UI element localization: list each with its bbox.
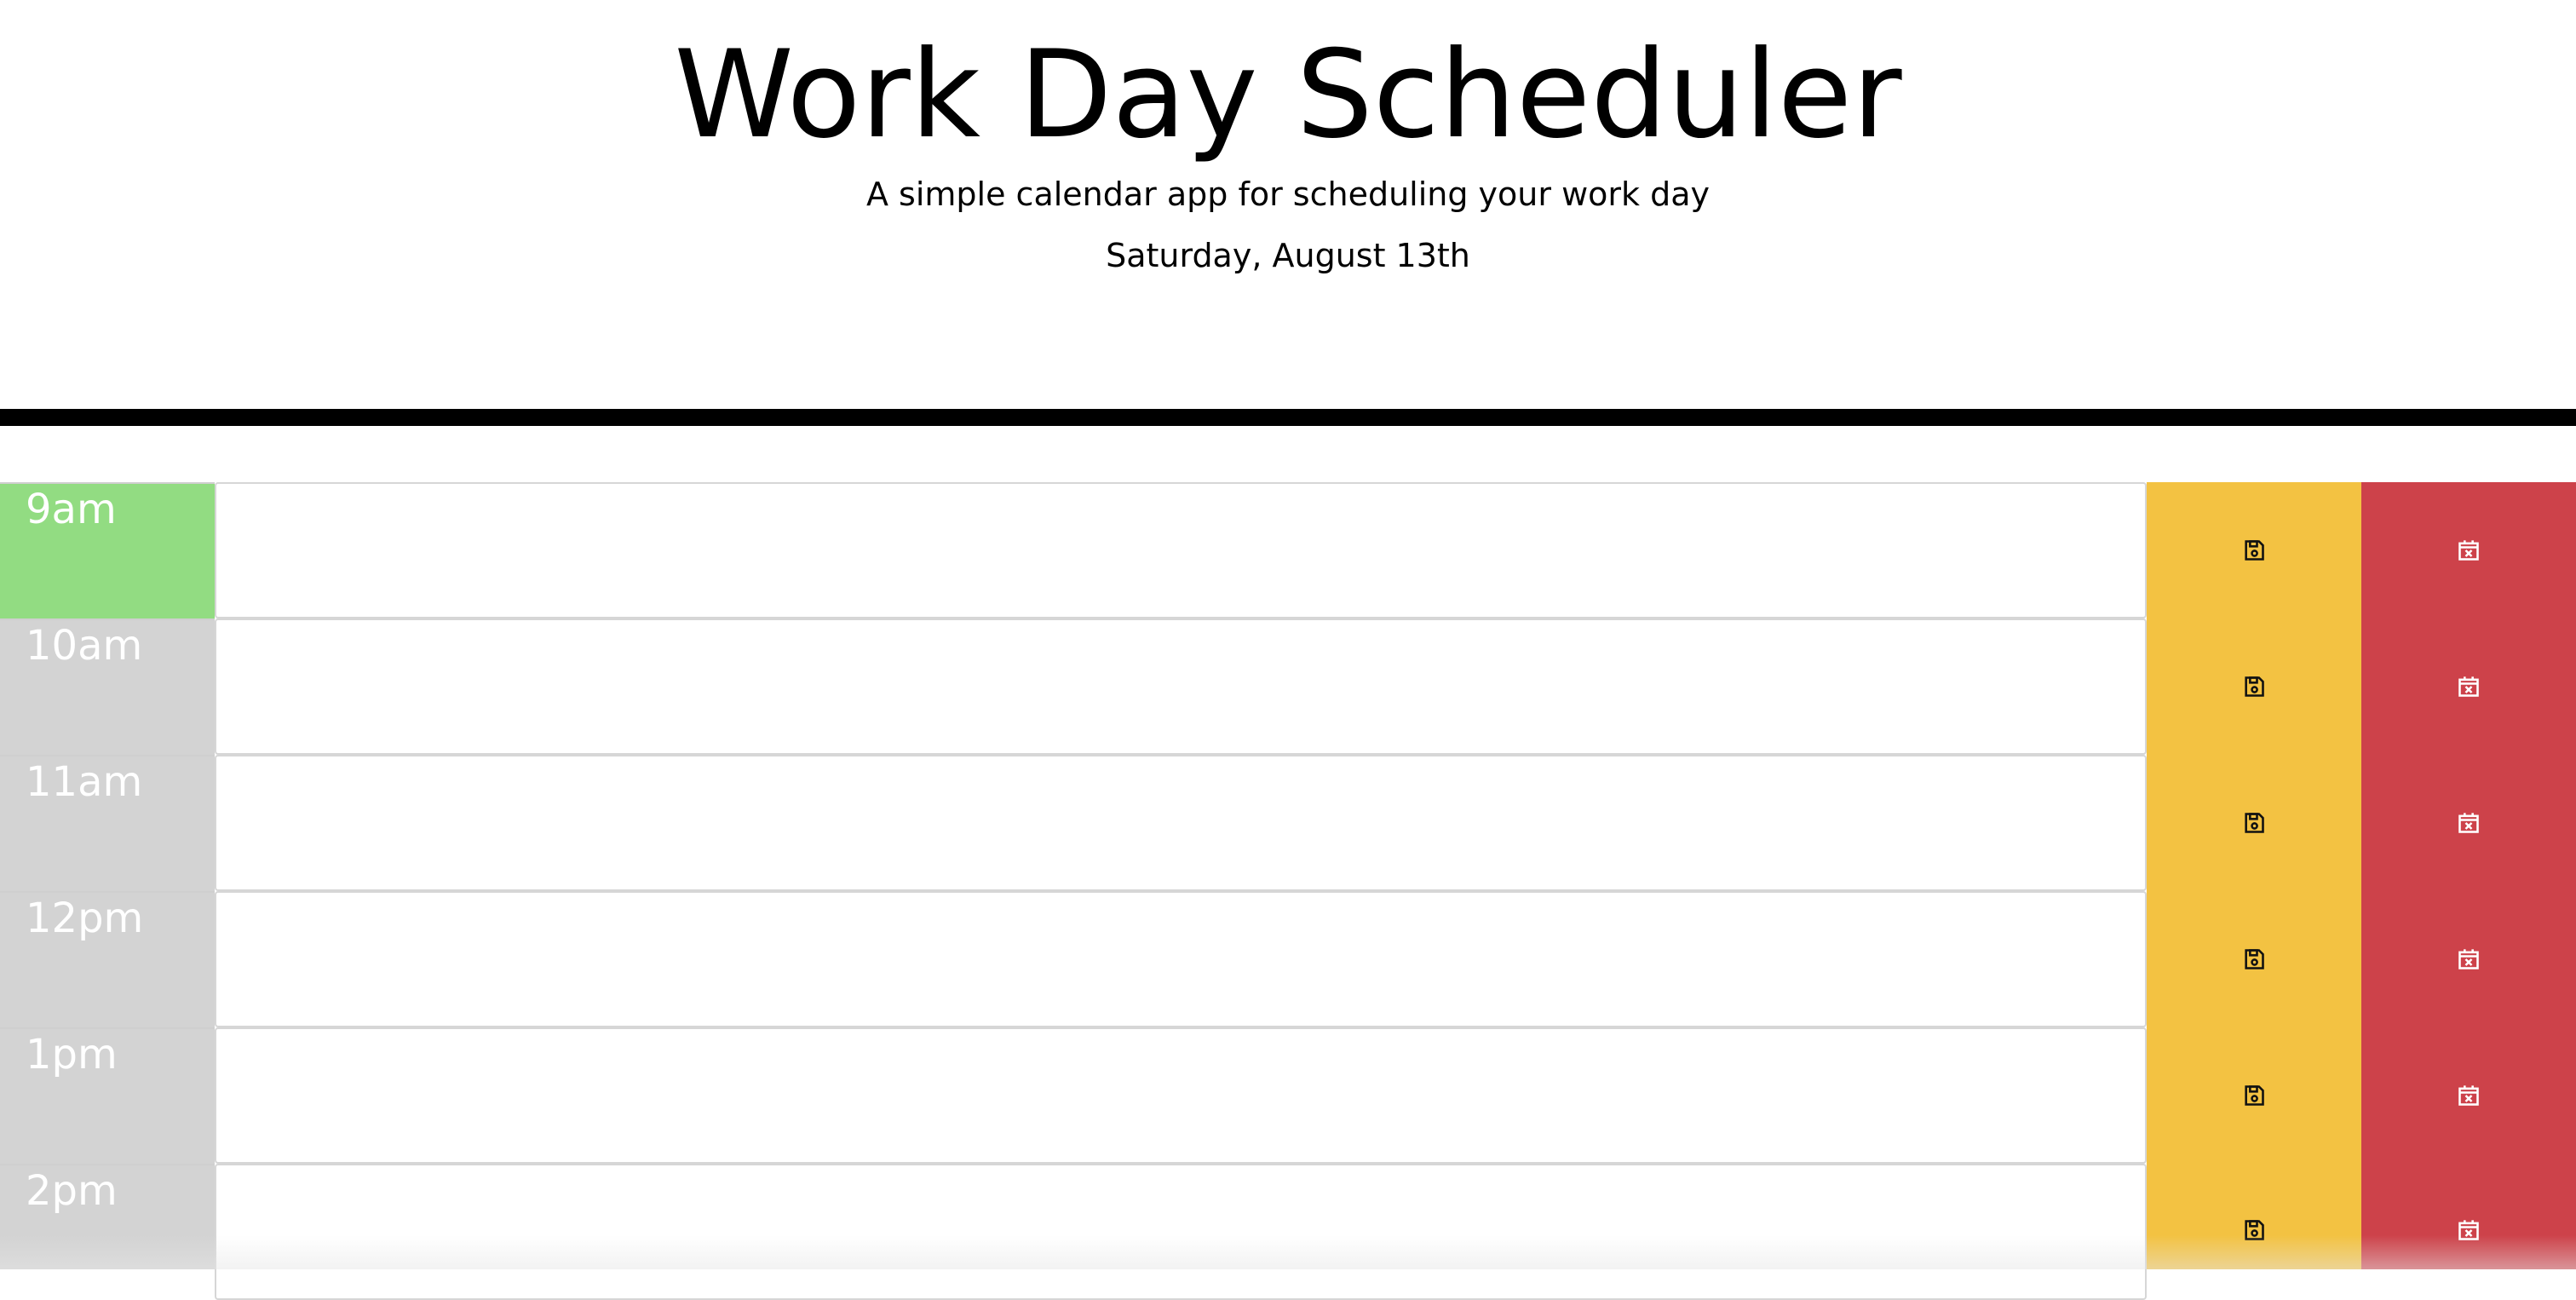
hour-label: 12pm	[0, 891, 215, 1027]
floppy-disk-icon	[2242, 811, 2266, 835]
page-subtitle: A simple calendar app for scheduling you…	[865, 175, 1711, 213]
event-textarea[interactable]	[215, 755, 2147, 891]
save-button[interactable]	[2147, 891, 2361, 1027]
calendar-x-icon	[2457, 1084, 2481, 1107]
event-textarea[interactable]	[215, 482, 2147, 618]
save-button[interactable]	[2147, 482, 2361, 618]
calendar-x-icon	[2457, 538, 2481, 562]
timeblock-row: 2pm	[0, 1164, 2576, 1300]
timeblock-row: 12pm	[0, 891, 2576, 1027]
floppy-disk-icon	[2242, 1084, 2266, 1107]
calendar-x-icon	[2457, 947, 2481, 971]
header-divider	[0, 409, 2576, 426]
hour-label: 10am	[0, 618, 215, 755]
save-button[interactable]	[2147, 618, 2361, 755]
clear-button[interactable]	[2361, 755, 2576, 891]
current-day: Saturday, August 13th	[1106, 237, 1470, 274]
clear-button[interactable]	[2361, 1027, 2576, 1164]
timeblock-list: 9am 10am 11am 12pm 1pm 2pm	[0, 482, 2576, 1300]
save-button[interactable]	[2147, 1164, 2361, 1269]
calendar-x-icon	[2457, 675, 2481, 699]
calendar-x-icon	[2457, 1218, 2481, 1242]
save-button[interactable]	[2147, 755, 2361, 891]
event-textarea[interactable]	[215, 618, 2147, 755]
floppy-disk-icon	[2242, 538, 2266, 562]
save-button[interactable]	[2147, 1027, 2361, 1164]
floppy-disk-icon	[2242, 675, 2266, 699]
hour-label: 11am	[0, 755, 215, 891]
clear-button[interactable]	[2361, 1164, 2576, 1269]
clear-button[interactable]	[2361, 891, 2576, 1027]
page-title: Work Day Scheduler	[674, 25, 1902, 165]
floppy-disk-icon	[2242, 1218, 2266, 1242]
timeblock-row: 10am	[0, 618, 2576, 755]
header: Work Day Scheduler A simple calendar app…	[0, 0, 2576, 409]
event-textarea[interactable]	[215, 891, 2147, 1027]
timeblock-row: 9am	[0, 482, 2576, 618]
event-textarea[interactable]	[215, 1164, 2147, 1300]
event-textarea[interactable]	[215, 1027, 2147, 1164]
hour-label: 9am	[0, 482, 215, 618]
timeblock-row: 11am	[0, 755, 2576, 891]
timeblock-row: 1pm	[0, 1027, 2576, 1164]
hour-label: 1pm	[0, 1027, 215, 1164]
clear-button[interactable]	[2361, 618, 2576, 755]
hour-label: 2pm	[0, 1164, 215, 1269]
calendar-x-icon	[2457, 811, 2481, 835]
floppy-disk-icon	[2242, 947, 2266, 971]
clear-button[interactable]	[2361, 482, 2576, 618]
